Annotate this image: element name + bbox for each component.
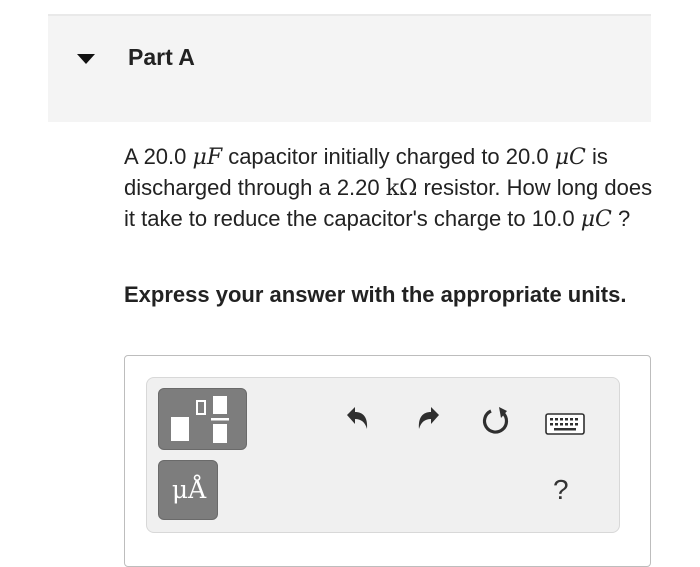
units-label: μÅ: [171, 475, 207, 504]
undo-button[interactable]: [340, 402, 374, 436]
unit-microcoulomb: μC: [580, 207, 612, 232]
question-text-segment: capacitor initially charged to 20.0: [222, 144, 555, 169]
help-button[interactable]: ?: [553, 474, 569, 506]
question-text-segment: ?: [611, 206, 631, 231]
units-button[interactable]: μÅ: [158, 460, 218, 520]
keyboard-button[interactable]: [545, 410, 585, 438]
keyboard-icon: [545, 413, 585, 435]
fraction-template-icon: [171, 396, 229, 443]
answer-instruction: Express your answer with the appropriate…: [124, 282, 627, 307]
question-text: A 20.0 μF capacitor initially charged to…: [124, 142, 654, 235]
question-text-segment: A 20.0: [124, 144, 193, 169]
redo-button[interactable]: [412, 402, 446, 436]
undo-icon: [347, 407, 368, 429]
unit-microfarad: μF: [192, 145, 223, 170]
unit-kiloohm: kΩ: [385, 176, 418, 201]
unit-microcoulomb: μC: [554, 145, 586, 170]
collapse-caret-icon[interactable]: [77, 54, 95, 64]
redo-icon: [418, 407, 439, 429]
templates-button[interactable]: [158, 388, 247, 450]
reset-icon: [482, 407, 509, 434]
reset-button[interactable]: [478, 402, 514, 438]
part-title: Part A: [128, 44, 195, 70]
